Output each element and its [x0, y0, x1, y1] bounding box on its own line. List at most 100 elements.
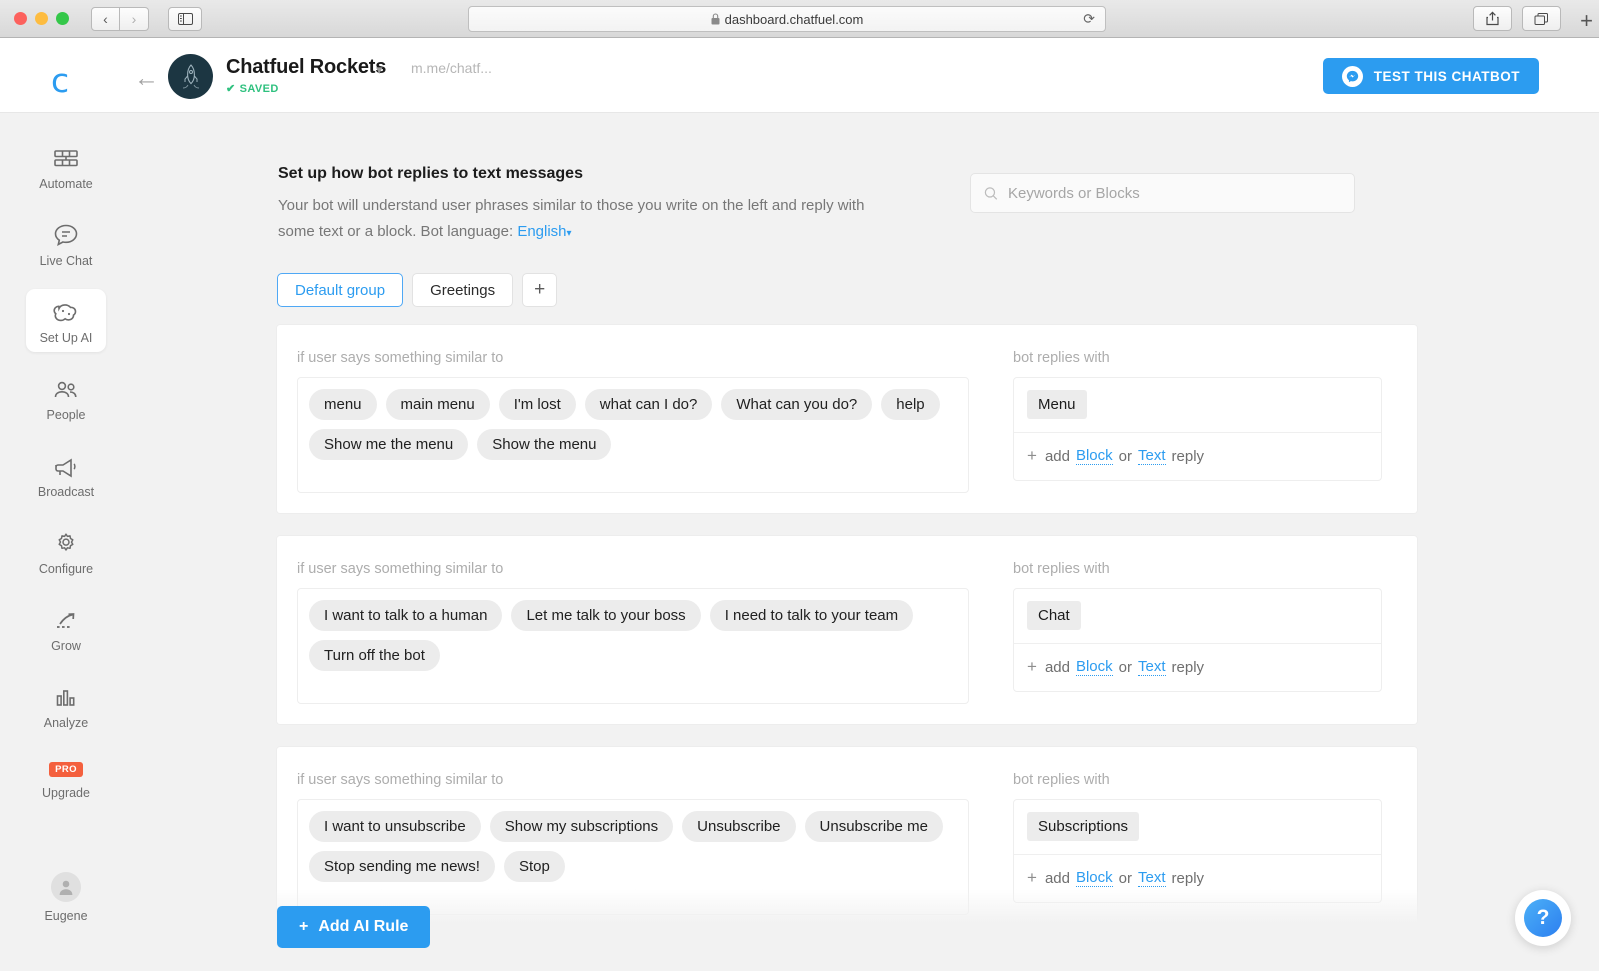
automate-icon [53, 144, 79, 170]
phrase-chip[interactable]: I need to talk to your team [709, 600, 914, 631]
or-label: or [1118, 869, 1132, 887]
reply-label: reply [1171, 447, 1205, 465]
reply-label: reply [1171, 658, 1205, 676]
reply-block-row: Chat [1014, 589, 1381, 644]
bot-menu-chevron-down-icon[interactable]: ▾ [376, 62, 383, 78]
sidebar-user-account[interactable]: Eugene [0, 872, 132, 923]
add-text-link[interactable]: Text [1138, 869, 1166, 887]
plus-icon: + [299, 918, 309, 935]
bot-name[interactable]: Chatfuel Rockets [226, 56, 386, 79]
phrases-input-area[interactable]: I want to unsubscribe Show my subscripti… [297, 799, 969, 915]
test-this-chatbot-button[interactable]: TEST THIS CHATBOT [1322, 58, 1539, 94]
add-text-link[interactable]: Text [1138, 447, 1166, 465]
add-reply-row: + add Block or Text reply [1014, 855, 1381, 902]
phrase-chip[interactable]: Unsubscribe [682, 811, 796, 842]
back-arrow-icon[interactable]: ← [134, 64, 159, 93]
check-icon: ✔ [226, 83, 236, 95]
add-label: add [1044, 658, 1070, 676]
plus-icon[interactable]: + [1027, 868, 1037, 888]
reply-block-chip[interactable]: Subscriptions [1027, 812, 1140, 841]
maximize-window-button[interactable] [56, 12, 69, 25]
sidebar-toggle-button[interactable] [168, 6, 202, 31]
add-ai-rule-button[interactable]: + Add AI Rule [277, 906, 431, 948]
question-mark-icon: ? [1524, 899, 1562, 937]
browser-address-bar[interactable]: dashboard.chatfuel.com ⟳ [468, 6, 1106, 32]
phrase-chip[interactable]: Stop [503, 851, 565, 882]
add-label: add [1044, 447, 1070, 465]
window-traffic-lights [14, 12, 69, 25]
or-label: or [1118, 447, 1132, 465]
phrase-chip[interactable]: I want to unsubscribe [309, 811, 481, 842]
chevron-left-icon: ‹ [103, 10, 108, 27]
phrase-chip[interactable]: menu [309, 389, 377, 420]
reply-block-chip[interactable]: Menu [1027, 390, 1087, 419]
phrase-chip[interactable]: I'm lost [498, 389, 576, 420]
add-group-button[interactable]: + [522, 273, 558, 307]
close-window-button[interactable] [14, 12, 27, 25]
show-tabs-button[interactable] [1522, 6, 1561, 31]
add-block-link[interactable]: Block [1075, 869, 1113, 887]
browser-forward-button[interactable]: › [120, 6, 149, 31]
user-avatar-icon [51, 872, 81, 902]
phrase-chip[interactable]: Turn off the bot [309, 640, 440, 671]
tab-overview-icon [1534, 12, 1548, 25]
reply-box: Subscriptions + add Block or Text reply [1013, 799, 1382, 903]
plus-icon[interactable]: + [1027, 446, 1037, 466]
keyword-search-box[interactable] [970, 173, 1355, 213]
reload-icon[interactable]: ⟳ [1083, 11, 1095, 28]
phrase-chip[interactable]: Unsubscribe me [804, 811, 943, 842]
reply-block-row: Subscriptions [1014, 800, 1381, 855]
browser-right-buttons [1473, 6, 1561, 31]
sidebar-label-live-chat: Live Chat [39, 254, 93, 268]
new-tab-button[interactable]: + [1580, 8, 1593, 34]
phrase-chip[interactable]: Show my subscriptions [489, 811, 674, 842]
pro-badge: PRO [49, 762, 83, 777]
sidebar-item-upgrade[interactable]: PRO Upgrade [26, 753, 106, 807]
phrases-input-area[interactable]: I want to talk to a human Let me talk to… [297, 588, 969, 704]
phrase-chip[interactable]: Show the menu [477, 429, 612, 460]
phrases-input-area[interactable]: menu main menu I'm lost what can I do? W… [297, 377, 969, 493]
language-chevron-down-icon[interactable]: ▾ [567, 228, 572, 239]
add-block-link[interactable]: Block [1075, 658, 1113, 676]
chevron-right-icon: › [131, 10, 137, 27]
phrase-chip[interactable]: Let me talk to your boss [511, 600, 701, 631]
sidebar-item-broadcast[interactable]: Broadcast [26, 443, 106, 506]
plus-icon[interactable]: + [1027, 657, 1037, 677]
phrase-chip[interactable]: help [881, 389, 940, 420]
minimize-window-button[interactable] [35, 12, 48, 25]
sidebar-label-people: People [46, 408, 86, 422]
sidebar-item-configure[interactable]: Configure [26, 520, 106, 583]
phrase-chip[interactable]: I want to talk to a human [309, 600, 503, 631]
sidebar-item-analyze[interactable]: Analyze [26, 674, 106, 737]
reply-box: Chat + add Block or Text reply [1013, 588, 1382, 692]
share-button[interactable] [1473, 6, 1512, 31]
sidebar-item-automate[interactable]: Automate [26, 135, 106, 198]
sidebar-label-set-up-ai: Set Up AI [39, 331, 93, 345]
phrases-column-header: if user says something similar to [297, 561, 504, 577]
add-ai-rule-label: Add AI Rule [318, 918, 409, 935]
reply-block-chip[interactable]: Chat [1027, 601, 1081, 630]
help-button[interactable]: ? [1515, 890, 1571, 946]
add-block-link[interactable]: Block [1075, 447, 1113, 465]
group-tab-greetings[interactable]: Greetings [412, 273, 514, 307]
rule-phrases-column: if user says something similar to menu m… [277, 325, 969, 513]
browser-back-button[interactable]: ‹ [91, 6, 120, 31]
address-bar-url: dashboard.chatfuel.com [724, 11, 864, 27]
messenger-icon [1341, 65, 1363, 87]
search-input[interactable] [1007, 184, 1341, 202]
or-label: or [1118, 658, 1132, 676]
group-tab-default-group[interactable]: Default group [277, 273, 404, 307]
phrase-chip[interactable]: Stop sending me news! [309, 851, 495, 882]
chatfuel-logo[interactable]: c [51, 61, 69, 100]
phrase-chip[interactable]: Show me the menu [309, 429, 469, 460]
phrase-chip[interactable]: main menu [385, 389, 490, 420]
bot-messenger-url[interactable]: m.me/chatf... [411, 60, 492, 76]
add-text-link[interactable]: Text [1138, 658, 1166, 676]
sidebar-item-grow[interactable]: Grow [26, 597, 106, 660]
sidebar-item-live-chat[interactable]: Live Chat [26, 212, 106, 275]
phrase-chip[interactable]: what can I do? [584, 389, 713, 420]
sidebar-item-people[interactable]: People [26, 366, 106, 429]
bot-language-link[interactable]: English [517, 223, 566, 240]
sidebar-item-set-up-ai[interactable]: Set Up AI [26, 289, 106, 352]
phrase-chip[interactable]: What can you do? [721, 389, 873, 420]
